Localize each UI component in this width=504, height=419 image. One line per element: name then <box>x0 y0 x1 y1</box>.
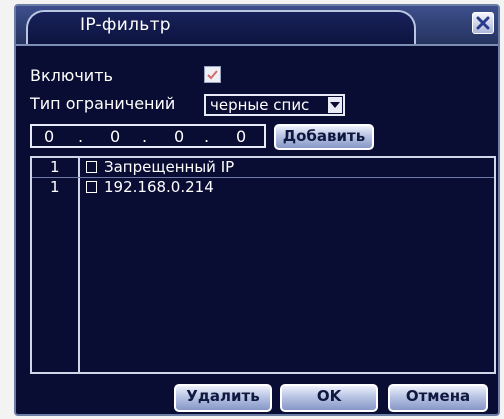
row-checkbox[interactable] <box>86 161 97 173</box>
ip-dot: . <box>204 127 210 146</box>
title-tab: IP-фильтр <box>26 10 416 44</box>
ip-octet-2[interactable]: 0 <box>110 127 120 146</box>
ip-filter-dialog: IP-фильтр Включить Тип ограничений черны… <box>14 4 500 416</box>
row-label: Запрещенный IP <box>104 158 235 176</box>
ip-octet-4[interactable]: 0 <box>236 127 246 146</box>
row-number: 1 <box>50 158 60 176</box>
dropdown-arrow-button[interactable] <box>328 97 342 113</box>
enable-label: Включить <box>30 66 113 85</box>
ip-list: 1 Запрещенный IP 1 192.168.0.214 <box>30 156 496 374</box>
delete-button[interactable]: Удалить <box>174 384 272 412</box>
row-checkbox[interactable] <box>86 181 97 193</box>
title-bar: IP-фильтр <box>16 6 498 46</box>
list-header-row[interactable]: 1 Запрещенный IP <box>32 158 494 177</box>
close-button[interactable] <box>472 12 494 34</box>
ip-dot: . <box>78 127 84 146</box>
checkmark-icon <box>207 70 218 80</box>
window-title: IP-фильтр <box>80 15 171 35</box>
row-number: 1 <box>50 178 60 196</box>
restriction-type-select[interactable]: черные спис <box>204 94 345 116</box>
ip-octet-1[interactable]: 0 <box>44 127 54 146</box>
ip-octet-3[interactable]: 0 <box>174 127 184 146</box>
restriction-type-value: черные спис <box>210 96 310 114</box>
add-button[interactable]: Добавить <box>274 124 374 150</box>
ip-dot: . <box>142 127 148 146</box>
ip-address-input[interactable]: 0 . 0 . 0 . 0 <box>30 124 266 148</box>
close-x-icon <box>476 16 490 30</box>
list-item[interactable]: 1 192.168.0.214 <box>32 178 494 197</box>
ok-button[interactable]: OK <box>280 384 378 412</box>
cancel-button[interactable]: Отмена <box>388 384 488 412</box>
restriction-type-label: Тип ограничений <box>30 94 176 113</box>
enable-checkbox[interactable] <box>204 66 221 83</box>
chevron-down-icon <box>330 102 340 108</box>
row-ip-address: 192.168.0.214 <box>104 178 214 196</box>
